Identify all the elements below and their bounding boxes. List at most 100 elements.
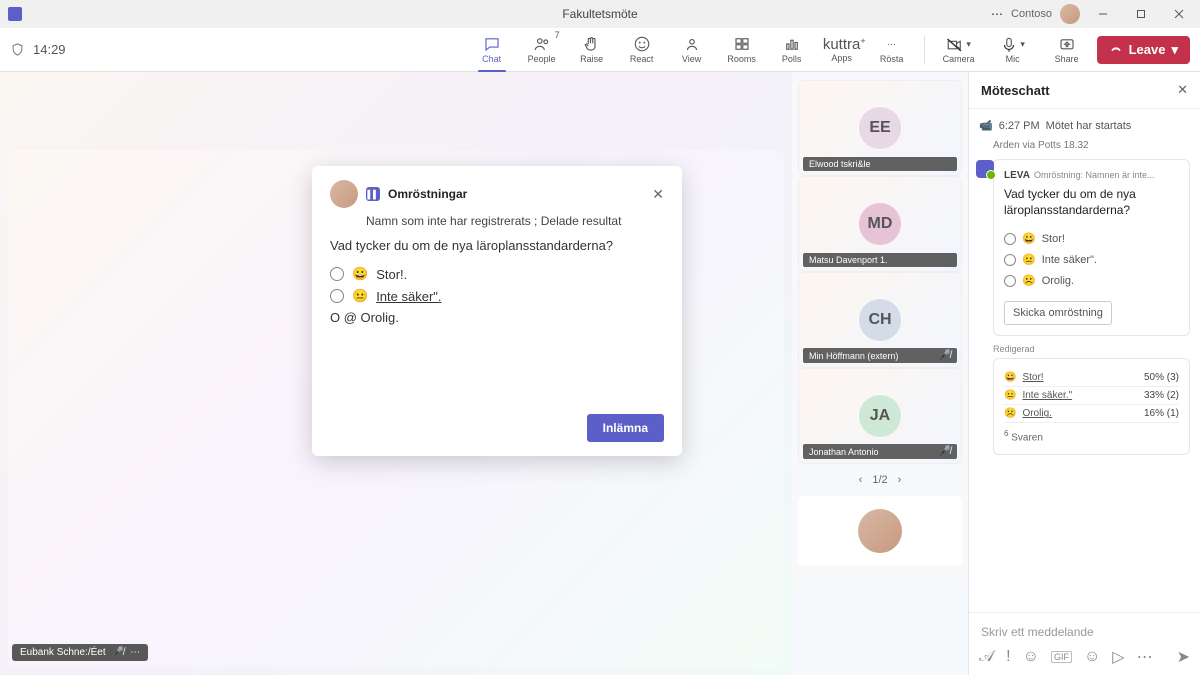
emoji-icon[interactable]: ☺: [1023, 648, 1039, 666]
poll-option-2[interactable]: 😐 Inte säker".: [330, 285, 664, 307]
participant-tile[interactable]: MD Matsu Davenport 1.: [798, 176, 962, 272]
view-button[interactable]: View: [670, 30, 714, 70]
profile-avatar[interactable]: [1060, 4, 1080, 24]
apps-button[interactable]: kuttra + Apps: [820, 30, 864, 70]
send-icon[interactable]: ➤: [1177, 647, 1190, 667]
participant-label: Matsu Davenport 1.: [803, 253, 957, 267]
raise-hand-button[interactable]: Raise: [570, 30, 614, 70]
close-icon[interactable]: ✕: [652, 186, 664, 203]
participant-tile[interactable]: JA Jonathan Antonio🎤̸: [798, 368, 962, 464]
participant-tile[interactable]: EE Elwood tskri&le: [798, 80, 962, 176]
window-maximize[interactable]: [1126, 0, 1156, 28]
apps-name: kuttra: [817, 36, 867, 53]
poll-subtitle: Namn som inte har registrerats ; Delade …: [366, 214, 664, 228]
radio-icon: [1004, 254, 1016, 266]
gif-icon[interactable]: GIF: [1051, 651, 1072, 663]
emoji-happy: 😀: [352, 266, 368, 282]
participants-strip: EE Elwood tskri&leMD Matsu Davenport 1.C…: [792, 72, 968, 675]
chevron-down-icon: ▾: [1171, 42, 1178, 58]
react-button[interactable]: React: [620, 30, 664, 70]
camera-icon: 📹: [979, 119, 993, 132]
meeting-stage: Eubank Schne:/Éet 🎤̸ ⋯ ▌▌ Omröstningar ✕…: [0, 72, 792, 675]
message-input[interactable]: Skriv ett meddelande: [979, 619, 1190, 647]
mic-control[interactable]: ▾ Mic: [989, 36, 1037, 64]
plus-icon: +: [860, 32, 865, 50]
people-icon: [533, 35, 551, 53]
participant-label: Elwood tskri&le: [803, 157, 957, 171]
participant-tile[interactable]: CH Min Höffmann (extern)🎤̸: [798, 272, 962, 368]
sticker-icon[interactable]: ☺: [1084, 648, 1100, 666]
view-icon: [683, 35, 701, 53]
mic-icon: ▾: [1000, 36, 1025, 54]
chat-panel-title: Möteschatt: [981, 83, 1050, 98]
camera-control[interactable]: ▾ Camera: [935, 36, 983, 64]
window-close[interactable]: [1164, 0, 1194, 28]
self-avatar: [858, 509, 902, 553]
poll-option-3[interactable]: O @ Orolig.: [330, 307, 664, 328]
message-composer: Skriv ett meddelande 𝒜 ! ☺ GIF ☺ ▷ ⋯ ➤: [969, 612, 1200, 675]
result-row: ☹️Orolig.16% (1): [1004, 405, 1179, 423]
people-count: 7: [555, 30, 560, 40]
pager-text: 1/2: [872, 474, 887, 486]
started-text: Mötet har startats: [1046, 120, 1132, 132]
camera-off-icon: ▾: [946, 36, 971, 54]
more-icon[interactable]: ⋯: [991, 7, 1003, 21]
avatar-initials: EE: [859, 107, 901, 149]
more-icon[interactable]: ⋯: [1137, 647, 1153, 667]
ellipsis-icon[interactable]: ⋯: [130, 647, 140, 658]
participant-label: Min Höffmann (extern)🎤̸: [803, 348, 957, 363]
radio-icon: [330, 267, 344, 281]
ellipsis-icon: ⋯: [887, 35, 896, 53]
poll-dialog: ▌▌ Omröstningar ✕ Namn som inte har regi…: [312, 166, 682, 456]
edited-label: Redigerad: [993, 344, 1190, 354]
stream-icon[interactable]: ▷: [1112, 647, 1124, 667]
chat-icon: [483, 35, 501, 53]
format-icon[interactable]: 𝒜: [979, 648, 994, 666]
chat-poll-option[interactable]: 😀Stor!: [1004, 228, 1179, 249]
shield-icon: [10, 42, 25, 57]
close-icon[interactable]: ✕: [1177, 82, 1188, 98]
chat-poll-card: LEVAOmröstning: Namnen är inte... Vad ty…: [993, 159, 1190, 336]
chevron-left-icon[interactable]: ‹: [859, 474, 863, 486]
send-poll-button[interactable]: Skicka omröstning: [1004, 301, 1112, 325]
rooms-icon: [733, 35, 751, 53]
window-minimize[interactable]: [1088, 0, 1118, 28]
self-name-pill: Eubank Schne:/Éet 🎤̸ ⋯: [12, 644, 148, 661]
people-button[interactable]: 7 People: [520, 30, 564, 70]
poll-question: Vad tycker du om de nya läroplansstandar…: [330, 238, 664, 253]
priority-icon[interactable]: !: [1006, 648, 1010, 666]
radio-icon: [330, 289, 344, 303]
poll-submit-button[interactable]: Inlämna: [587, 414, 664, 442]
chat-poll-option[interactable]: ☹️Orolig.: [1004, 270, 1179, 291]
org-name: Contoso: [1011, 8, 1052, 20]
chevron-right-icon[interactable]: ›: [898, 474, 902, 486]
more-button[interactable]: ⋯ Rösta: [870, 30, 914, 70]
separator: [924, 36, 925, 64]
forms-app-icon: ▌▌: [366, 187, 380, 201]
self-video-tile[interactable]: [798, 496, 962, 566]
smile-icon: [633, 35, 651, 53]
mic-off-icon: 🎤̸: [112, 647, 124, 658]
poll-option-1[interactable]: 😀 Stor!.: [330, 263, 664, 285]
chat-button[interactable]: Chat: [470, 30, 514, 70]
titlebar: Fakultetsmöte ⋯ Contoso: [0, 0, 1200, 28]
poll-author-avatar: [330, 180, 358, 208]
radio-icon: [1004, 275, 1016, 287]
chat-poll-option[interactable]: 😐Inte säker".: [1004, 249, 1179, 270]
chat-panel: Möteschatt ✕ 📹 6:27 PM Mötet har startat…: [968, 72, 1200, 675]
emoji-neutral: 😐: [352, 288, 368, 304]
forms-app-icon: [976, 160, 994, 178]
share-control[interactable]: Share: [1043, 36, 1091, 64]
mic-off-icon: 🎤̸: [939, 446, 951, 457]
hand-icon: [583, 35, 601, 53]
polls-icon: [783, 35, 801, 53]
share-icon: [1058, 36, 1076, 54]
leave-button[interactable]: Leave ▾: [1097, 36, 1190, 64]
message-sender: Arden via Potts 18.32: [979, 138, 1190, 155]
chat-poll-question: Vad tycker du om de nya läroplansstandar…: [1004, 187, 1179, 218]
polls-button[interactable]: Polls: [770, 30, 814, 70]
avatar-initials: JA: [859, 395, 901, 437]
radio-icon: [1004, 233, 1016, 245]
rooms-button[interactable]: Rooms: [720, 30, 764, 70]
poll-results-card: 😀Stor!50% (3)😐Inte säker."33% (2)☹️Oroli…: [993, 358, 1190, 454]
